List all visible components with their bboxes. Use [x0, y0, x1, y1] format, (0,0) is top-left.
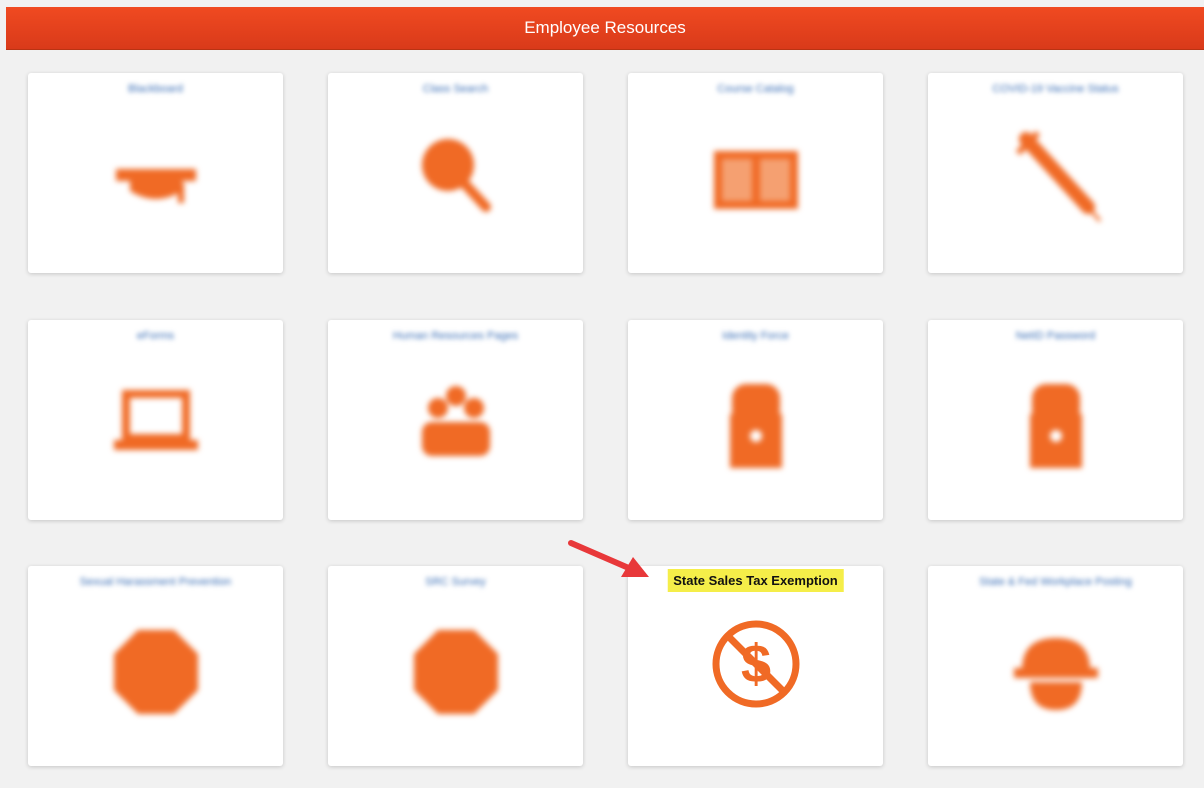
no-dollar-icon: $ — [712, 620, 799, 708]
tile-label: State & Fed Workplace Posting — [979, 576, 1132, 588]
svg-text:$: $ — [740, 634, 770, 694]
lock-icon — [729, 384, 782, 468]
tile-workplace-posting[interactable]: State & Fed Workplace Posting — [928, 566, 1183, 766]
tile-course-catalog[interactable]: Course Catalog — [628, 73, 883, 273]
hardhat-worker-icon — [1013, 638, 1098, 710]
tile-label: eForms — [136, 330, 175, 342]
tile-label: Human Resources Pages — [392, 330, 519, 342]
magnifier-icon — [421, 139, 491, 212]
tile-src-survey[interactable]: SRC Survey — [328, 566, 583, 766]
tile-label: Blackboard — [127, 83, 184, 95]
tile-blackboard[interactable]: Blackboard — [28, 73, 283, 273]
tile-label: State Sales Tax Exemption — [667, 569, 844, 592]
lock-icon — [1029, 384, 1082, 468]
people-group-icon — [421, 386, 490, 456]
syringe-icon — [1015, 131, 1101, 222]
tile-label: SRC Survey — [425, 576, 486, 588]
tile-eforms[interactable]: eForms — [28, 320, 283, 520]
tile-label: COVID-19 Vaccine Status — [992, 83, 1119, 95]
open-book-icon — [713, 151, 798, 209]
tile-human-resources[interactable]: Human Resources Pages — [328, 320, 583, 520]
page-title: Employee Resources — [524, 18, 686, 37]
tile-covid-vaccine[interactable]: COVID-19 Vaccine Status — [928, 73, 1183, 273]
tile-state-sales-tax-exemption[interactable]: State Sales Tax Exemption $ — [628, 566, 883, 766]
tile-netid-password[interactable]: NetID Password — [928, 320, 1183, 520]
tile-label: Identity Force — [722, 330, 789, 342]
laptop-icon — [113, 390, 198, 450]
tile-sexual-harassment-prevention[interactable]: Sexual Harassment Prevention — [28, 566, 283, 766]
tile-identity-force[interactable]: Identity Force — [628, 320, 883, 520]
tile-label: Class Search — [422, 83, 489, 95]
tile-label: NetID Password — [1015, 330, 1096, 342]
page-header: Employee Resources — [6, 7, 1204, 50]
tile-label: Course Catalog — [717, 83, 794, 95]
stop-sign-icon — [413, 630, 498, 714]
graduation-cap-icon — [115, 169, 196, 203]
stop-sign-icon — [113, 630, 198, 714]
tile-label: Sexual Harassment Prevention — [79, 576, 232, 588]
tile-class-search[interactable]: Class Search — [328, 73, 583, 273]
pointer-arrow-icon — [568, 540, 649, 577]
